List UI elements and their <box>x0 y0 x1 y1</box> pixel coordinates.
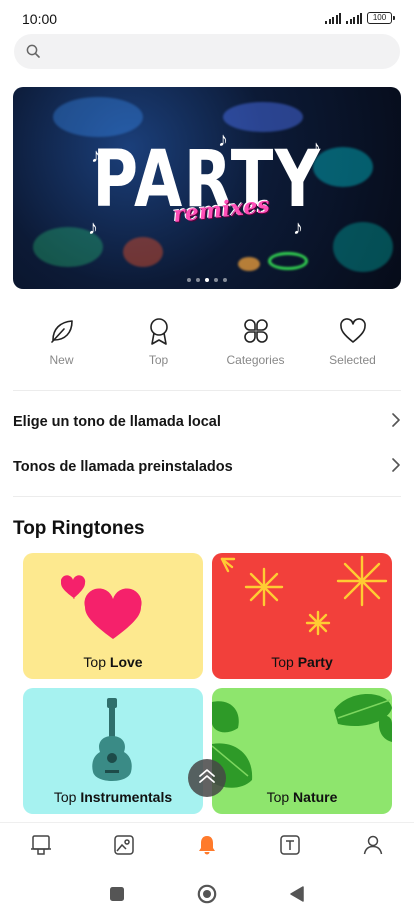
kiosk-icon <box>30 834 52 861</box>
grid-petals-icon <box>207 315 304 347</box>
category-label: Selected <box>329 353 376 367</box>
text-icon <box>279 834 301 861</box>
category-new[interactable]: New <box>13 315 110 375</box>
home-button[interactable] <box>197 884 217 909</box>
signal-icon <box>346 12 362 24</box>
category-label: Top <box>148 353 169 367</box>
tile-caption: Top Party <box>271 654 333 670</box>
recents-button[interactable] <box>109 886 125 907</box>
search-icon <box>26 44 40 63</box>
category-row: New Top Categories Selected <box>13 315 401 375</box>
scroll-top-button[interactable] <box>188 759 226 797</box>
leaves-icon <box>212 694 392 788</box>
chevron-right-icon <box>391 457 401 477</box>
tile-caption: Top Nature <box>266 789 338 805</box>
link-label: Tonos de llamada preinstalados <box>13 459 233 475</box>
double-chevron-up-icon <box>197 767 217 790</box>
nav-home[interactable] <box>0 823 83 872</box>
link-local-ringtone[interactable]: Elige un tono de llamada local <box>13 402 401 442</box>
status-icons: 100 <box>325 12 395 24</box>
divider <box>13 390 401 391</box>
status-bar: 10:00 100 <box>0 0 414 34</box>
category-categories[interactable]: Categories <box>207 315 304 375</box>
back-button[interactable] <box>289 885 305 908</box>
hearts-icon <box>61 575 142 639</box>
guitar-icon <box>92 698 132 781</box>
tile-caption: Top Love <box>83 654 143 670</box>
nav-ringtones[interactable] <box>166 823 249 872</box>
tile-caption: Top Instrumentals <box>53 789 173 805</box>
status-time: 10:00 <box>22 11 58 27</box>
category-label: Categories <box>226 353 285 367</box>
carousel-dots <box>13 278 401 282</box>
nav-wallpapers[interactable] <box>83 823 166 872</box>
fireworks-icon <box>220 555 388 636</box>
tile-top-party[interactable]: Top Party <box>212 553 392 679</box>
banner-carousel[interactable]: ♪ ♪ ♪ ♪ ♪ PARTY remixes <box>13 87 401 289</box>
signal-icon <box>325 12 341 24</box>
profile-icon <box>362 834 384 861</box>
tile-top-nature[interactable]: Top Nature <box>212 688 392 814</box>
image-icon <box>113 834 135 861</box>
badge-icon <box>110 315 207 347</box>
category-top[interactable]: Top <box>110 315 207 375</box>
link-label: Elige un tono de llamada local <box>13 414 221 430</box>
heart-icon <box>304 315 401 347</box>
search-bar[interactable] <box>14 34 400 69</box>
section-title: Top Ringtones <box>13 518 145 539</box>
chevron-right-icon <box>391 412 401 432</box>
bottom-nav <box>0 822 414 872</box>
search-input[interactable] <box>48 34 388 69</box>
nav-text[interactable] <box>248 823 331 872</box>
tile-top-love[interactable]: Top Love <box>23 553 203 679</box>
nav-profile[interactable] <box>331 823 414 872</box>
divider <box>13 496 401 497</box>
link-preinstalled-ringtones[interactable]: Tonos de llamada preinstalados <box>13 447 401 487</box>
leaf-icon <box>13 315 110 347</box>
category-selected[interactable]: Selected <box>304 315 401 375</box>
category-label: New <box>49 353 74 367</box>
battery-icon: 100 <box>367 12 395 24</box>
system-nav-bar <box>0 872 414 920</box>
tile-top-instrumentals[interactable]: Top Instrumentals <box>23 688 203 814</box>
bell-icon <box>196 834 218 861</box>
